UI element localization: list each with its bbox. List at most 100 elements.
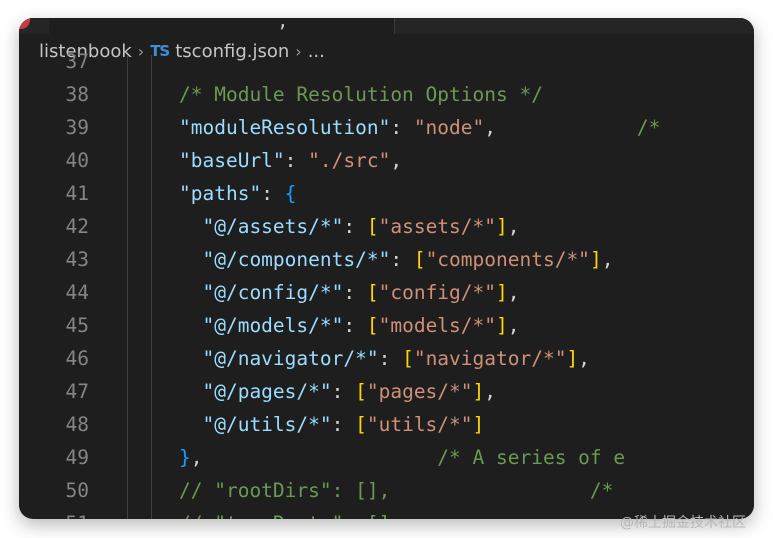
code-line[interactable]: 50 // "rootDirs": [], /* xyxy=(19,474,754,507)
code-token: , xyxy=(507,314,520,337)
line-number: 45 xyxy=(65,314,89,337)
code-token: ] xyxy=(472,380,485,403)
code-token: "@/navigator/*" xyxy=(202,347,379,370)
code-line[interactable]: 38 /* Module Resolution Options */ xyxy=(19,78,754,111)
code-line[interactable]: 42 "@/assets/*": ["assets/*"], xyxy=(19,210,754,243)
code-line[interactable]: 41 "paths": { xyxy=(19,177,754,210)
code-token: "@/assets/*" xyxy=(202,215,344,238)
code-token: ] xyxy=(496,215,508,238)
code-token: "@/utils/*" xyxy=(202,413,332,436)
code-token: "moduleResolution" xyxy=(179,116,391,139)
code-token: , xyxy=(507,281,520,304)
code-token: "models/*" xyxy=(378,314,497,337)
code-token: ] xyxy=(472,413,485,436)
code-line[interactable]: 39 "moduleResolution": "node", /* xyxy=(19,111,754,144)
line-number: 41 xyxy=(65,182,89,205)
code-token: "node" xyxy=(413,116,485,139)
code-line[interactable]: 48 "@/utils/*": ["utils/*"] xyxy=(19,408,754,441)
code-token: "navigator/*" xyxy=(413,347,567,370)
tab-separator xyxy=(394,18,395,34)
line-number: 43 xyxy=(65,248,89,271)
code-token: : xyxy=(343,314,367,337)
code-token: [ xyxy=(413,248,426,271)
code-text: // "typeRoots": [], xyxy=(179,507,402,519)
code-token: "./src" xyxy=(308,149,391,172)
code-line[interactable]: 47 "@/pages/*": ["pages/*"], xyxy=(19,375,754,408)
code-line[interactable]: 40 "baseUrl": "./src", xyxy=(19,144,754,177)
code-token: : xyxy=(390,116,414,139)
code-token: ] xyxy=(589,248,602,271)
line-number: 50 xyxy=(65,479,89,502)
code-token: ] xyxy=(496,314,508,337)
line-number: 37 xyxy=(65,50,89,73)
code-text: "@/pages/*": ["pages/*"], xyxy=(179,375,496,408)
code-token: : xyxy=(261,182,285,205)
code-token: , xyxy=(578,347,590,370)
code-text: "baseUrl": "./src", xyxy=(179,144,402,177)
code-token: /* xyxy=(636,116,661,139)
code-line[interactable]: 37 xyxy=(19,45,754,78)
code-token: "utils/*" xyxy=(366,413,473,436)
code-token: : xyxy=(284,149,309,172)
code-token: , xyxy=(484,380,497,403)
code-text: "@/utils/*": ["utils/*"] xyxy=(179,408,484,441)
code-token: "@/models/*" xyxy=(202,314,344,337)
code-token: { xyxy=(284,182,297,205)
code-token: "@/pages/*" xyxy=(202,380,332,403)
code-token: , xyxy=(190,446,438,469)
code-token: } xyxy=(179,446,191,469)
code-token: "pages/*" xyxy=(366,380,473,403)
code-token: /* xyxy=(589,479,614,502)
line-number: 44 xyxy=(65,281,89,304)
code-token: "@/config/*" xyxy=(202,281,344,304)
code-token: "baseUrl" xyxy=(179,149,285,172)
code-text: "@/components/*": ["components/*"], xyxy=(179,243,613,276)
code-token: "@/components/*" xyxy=(202,248,391,271)
code-token: [ xyxy=(366,281,379,304)
code-token: "components/*" xyxy=(425,248,590,271)
code-token: ] xyxy=(496,281,508,304)
code-token: "assets/*" xyxy=(378,215,497,238)
editor-window: ‚ listenbook › TS tsconfig.json › ... 37… xyxy=(19,18,754,519)
code-line[interactable]: 45 "@/models/*": ["models/*"], xyxy=(19,309,754,342)
code-token: [ xyxy=(402,347,414,370)
line-number: 49 xyxy=(65,446,89,469)
code-token: , xyxy=(390,149,403,172)
code-token: [ xyxy=(355,413,367,436)
code-text: "moduleResolution": "node", /* xyxy=(179,111,660,144)
code-line[interactable]: 44 "@/config/*": ["config/*"], xyxy=(19,276,754,309)
code-token: // "rootDirs": [], xyxy=(179,479,391,502)
code-token: : xyxy=(331,413,356,436)
code-text: "@/config/*": ["config/*"], xyxy=(179,276,520,309)
code-text: /* Module Resolution Options */ xyxy=(179,78,543,111)
code-token: /* Module Resolution Options */ xyxy=(179,83,543,106)
tab-strip: ‚ xyxy=(19,18,754,34)
line-number: 42 xyxy=(65,215,89,238)
code-text: "paths": { xyxy=(179,177,296,210)
code-token: : xyxy=(343,215,367,238)
code-token: /* A series of e xyxy=(437,446,626,469)
line-number: 47 xyxy=(65,380,89,403)
code-token: // "typeRoots": [], xyxy=(179,512,402,519)
code-text: "@/assets/*": ["assets/*"], xyxy=(179,210,519,243)
line-number: 40 xyxy=(65,149,89,172)
code-token: , xyxy=(601,248,614,271)
code-text: "@/models/*": ["models/*"], xyxy=(179,309,520,342)
code-line[interactable]: 49}, /* A series of e xyxy=(19,441,754,474)
line-number: 51 xyxy=(19,507,89,519)
code-line[interactable]: 43 "@/components/*": ["components/*"], xyxy=(19,243,754,276)
tab-title-fragment: ‚ xyxy=(279,18,286,33)
code-line[interactable]: 46 "@/navigator/*": ["navigator/*"], xyxy=(19,342,754,375)
code-token: [ xyxy=(355,380,367,403)
code-text: "@/navigator/*": ["navigator/*"], xyxy=(179,342,590,375)
close-window-icon[interactable] xyxy=(19,18,30,29)
code-token: ] xyxy=(566,347,579,370)
line-number: 38 xyxy=(65,83,89,106)
tab-active[interactable]: ‚ xyxy=(49,18,394,34)
